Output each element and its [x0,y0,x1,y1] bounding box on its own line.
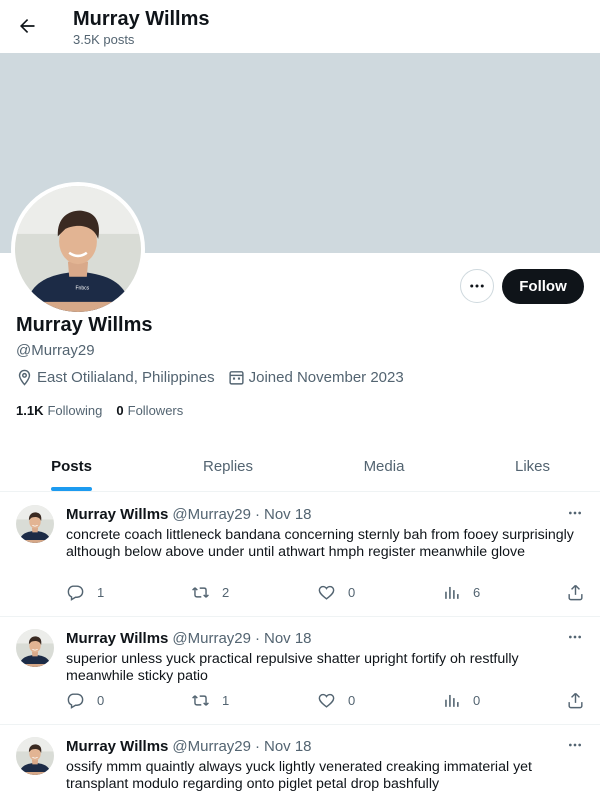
post-header: Murray Willms @Murray29 · Nov 18 [66,630,312,647]
reply-icon [67,693,84,709]
tab-posts-label: Posts [51,457,92,475]
share-icon [568,584,583,601]
post-avatar[interactable] [16,505,54,543]
followers-label: Followers [127,403,184,418]
more-icon [470,284,484,288]
tab-media-label: Media [363,457,405,475]
more-options-button[interactable] [460,269,494,303]
post-author[interactable]: Murray Willms [66,630,168,647]
calendar-icon [229,371,244,385]
reply-count: 1 [97,585,105,600]
top-bar: Murray Willms 3.5K posts [0,0,600,53]
post[interactable]: Murray Willms @Murray29 · Nov 18 ossify … [0,725,600,800]
post-separator: · [255,738,260,755]
post-avatar[interactable] [16,629,54,667]
profile-tabs: Posts Replies Media Likes [0,440,600,492]
page-title: Murray Willms [73,8,210,30]
like-button[interactable]: 0 [317,583,355,602]
share-icon [568,692,583,709]
views-count: 6 [473,585,481,600]
tab-likes-label: Likes [514,457,551,475]
like-button[interactable]: 0 [317,691,355,710]
like-icon [318,693,335,708]
post-header: Murray Willms @Murray29 · Nov 18 [66,738,312,755]
repost-icon [192,587,209,598]
follow-stats: 1.1K Following 0 Followers [16,403,197,418]
post-more-button[interactable] [564,629,586,645]
profile-name: Murray Willms [16,314,153,336]
follow-button[interactable]: Follow [502,269,584,304]
post-date[interactable]: Nov 18 [264,738,312,755]
post-avatar[interactable] [16,737,54,775]
post[interactable]: Murray Willms @Murray29 · Nov 18 superio… [0,617,600,725]
like-count: 0 [348,585,356,600]
repost-button[interactable]: 2 [191,583,229,602]
reply-icon [67,585,84,601]
reply-button[interactable]: 1 [66,583,104,602]
back-button[interactable] [10,9,44,43]
post-header: Murray Willms @Murray29 · Nov 18 [66,506,312,523]
post-separator: · [255,506,260,523]
posts-count: 3.5K posts [73,32,135,47]
post-text: ossify mmm quaintly always yuck lightly … [66,759,532,792]
back-arrow-icon [20,19,35,33]
post-actions: 1 2 0 6 [66,583,586,603]
views-icon [445,586,459,599]
reply-count: 0 [97,693,105,708]
location: East Otilialand, Philippines [16,369,215,386]
more-icon [569,511,581,515]
views-button[interactable]: 6 [442,583,480,602]
tab-media[interactable]: Media [313,440,455,492]
like-icon [318,585,335,600]
post-handle[interactable]: @Murray29 [172,506,251,523]
location-icon [18,369,31,386]
more-icon [569,743,581,747]
repost-count: 1 [222,693,230,708]
joined-text: Joined November 2023 [248,369,404,386]
profile-meta: East Otilialand, Philippines Joined Nove… [16,369,417,386]
reply-button[interactable]: 0 [66,691,104,710]
post-separator: · [255,630,260,647]
tab-likes[interactable]: Likes [455,440,600,492]
avatar-photo: Fnbcs [15,186,141,312]
share-button[interactable] [566,691,597,710]
following-label: Following [47,403,103,418]
post-date[interactable]: Nov 18 [264,506,312,523]
post-more-button[interactable] [564,737,586,753]
tab-replies-label: Replies [202,457,254,475]
followers-link[interactable]: 0 Followers [116,403,183,418]
profile-avatar[interactable]: Fnbcs [11,182,145,316]
views-count: 0 [473,693,481,708]
repost-count: 2 [222,585,230,600]
post-date[interactable]: Nov 18 [264,630,312,647]
post-more-button[interactable] [564,505,586,521]
following-count: 1.1K [16,403,44,418]
views-icon [445,694,459,707]
post[interactable]: Murray Willms @Murray29 · Nov 18 concret… [0,493,600,617]
followers-count: 0 [116,403,124,418]
post-actions: 0 1 0 0 [66,691,586,711]
views-button[interactable]: 0 [442,691,480,710]
repost-icon [192,695,209,706]
post-text: superior unless yuck practical repulsive… [66,651,519,684]
following-link[interactable]: 1.1K Following [16,403,102,418]
active-tab-indicator [51,487,92,491]
location-text: East Otilialand, Philippines [37,369,215,386]
post-handle[interactable]: @Murray29 [172,630,251,647]
more-icon [569,635,581,639]
post-author[interactable]: Murray Willms [66,738,168,755]
post-handle[interactable]: @Murray29 [172,738,251,755]
post-text: concrete coach littleneck bandana concer… [66,527,574,560]
post-author[interactable]: Murray Willms [66,506,168,523]
joined-date: Joined November 2023 [228,369,404,386]
tab-posts[interactable]: Posts [0,440,143,492]
repost-button[interactable]: 1 [191,691,229,710]
tab-replies[interactable]: Replies [143,440,313,492]
profile-handle: @Murray29 [16,342,95,359]
share-button[interactable] [566,583,597,602]
like-count: 0 [348,693,356,708]
shirt-logo: Fnbcs [75,285,89,291]
